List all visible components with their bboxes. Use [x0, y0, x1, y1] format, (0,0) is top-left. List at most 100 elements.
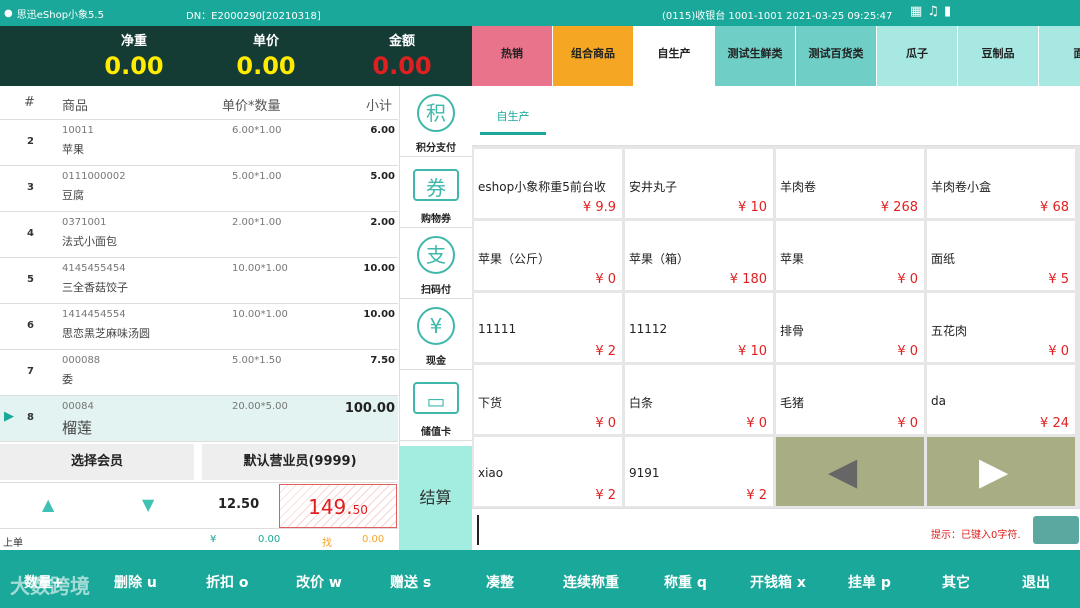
category-tab[interactable]: 面	[1039, 26, 1080, 86]
zhi-icon: 支	[417, 236, 455, 274]
card-icon: ▭	[413, 382, 459, 414]
toolbar-button[interactable]: 称重 q	[664, 572, 707, 592]
product-grid: eshop小象称重5前台收 ¥ 9.9 安井丸子 ¥ 10 羊肉卷 ¥ 268 羊肉卷小盒 ¥…	[472, 146, 1080, 508]
bell-icon[interactable]: ♫	[927, 4, 939, 19]
arrow-up-icon[interactable]: ▲	[42, 495, 54, 514]
pay-ji-button[interactable]: 积积分支付	[400, 86, 472, 157]
table-header: # 商品 单价*数量 小计	[0, 86, 398, 120]
pay-label: 储值卡	[421, 427, 451, 438]
bottom-toolbar: 数量+ 删除 u 折扣 o 改价 w 赠送 s 凑整 连续称重 称重 q 开钱箱 x 挂单 p 其它…	[0, 550, 1080, 608]
table-row[interactable]: 7 000088 委 5.00*1.50 7.50	[0, 350, 398, 396]
product-tile[interactable]: 11112 ¥ 10	[625, 293, 773, 362]
row-sub: 10.00	[363, 263, 395, 274]
product-tile[interactable]: 安井丸子 ¥ 10	[625, 149, 773, 218]
row-code: 0111000002	[62, 171, 126, 182]
product-price: ¥ 0	[595, 272, 616, 287]
pay-quan-button[interactable]: 券购物券	[400, 157, 472, 228]
product-price: ¥ 5	[1048, 272, 1069, 287]
table-row[interactable]: 6 1414454554 思恋黑芝麻味汤圆 10.00*1.00 10.00	[0, 304, 398, 350]
product-price: ¥ 68	[1040, 200, 1069, 215]
product-tile[interactable]: 苹果（公斤） ¥ 0	[474, 221, 622, 290]
row-code: 1414454554	[62, 309, 126, 320]
toolbar-button[interactable]: 改价 w	[296, 572, 342, 592]
product-price: ¥ 0	[1048, 344, 1069, 359]
pay-zhi-button[interactable]: 支扫码付	[400, 228, 472, 299]
row-pq: 10.00*1.00	[232, 309, 288, 320]
row-pq: 2.00*1.00	[232, 217, 282, 228]
toolbar-button[interactable]: 挂单 p	[848, 572, 891, 592]
row-sub: 2.00	[370, 217, 395, 228]
product-price: ¥ 2	[595, 344, 616, 359]
product-tile[interactable]: eshop小象称重5前台收 ¥ 9.9	[474, 149, 622, 218]
product-tile[interactable]: 毛猪 ¥ 0	[776, 365, 924, 434]
product-name: 苹果（公斤）	[478, 252, 551, 266]
category-tabs: 热销 组合商品 自生产 测试生鲜类 测试百货类 瓜子 豆制品面	[472, 26, 1080, 86]
elephant-icon: ●	[4, 8, 13, 19]
product-tile[interactable]: 面纸 ¥ 5	[927, 221, 1075, 290]
row-name: 苹果	[62, 143, 84, 156]
product-panel: 热销 组合商品 自生产 测试生鲜类 测试百货类 瓜子 豆制品面 自生产 eshop小象称重5…	[472, 26, 1080, 550]
product-tile[interactable]: 羊肉卷 ¥ 268	[776, 149, 924, 218]
pay-card-button[interactable]: ▭ 储值卡	[400, 370, 472, 441]
summary-bar: 上单 ¥ 0.00 找 0.00	[0, 528, 398, 550]
row-sub: 6.00	[370, 125, 395, 136]
pay-yuan-button[interactable]: ¥ 现金	[400, 299, 472, 370]
category-tab[interactable]: 组合商品	[553, 26, 634, 86]
product-name: 白条	[629, 396, 654, 410]
category-tab[interactable]: 测试百货类	[796, 26, 877, 86]
product-tile[interactable]: 五花肉 ¥ 0	[927, 293, 1075, 362]
row-name: 思恋黑芝麻味汤圆	[62, 327, 150, 340]
category-tab[interactable]: 自生产	[634, 26, 715, 86]
table-row[interactable]: 2 10011 苹果 6.00*1.00 6.00	[0, 120, 398, 166]
product-name: 毛猪	[780, 396, 805, 410]
product-tile[interactable]: xiao ¥ 2	[474, 437, 622, 506]
toolbar-button[interactable]: 退出	[1022, 572, 1050, 592]
table-row[interactable]: 8 00084 榴莲 20.00*5.00 100.00 ▶	[0, 396, 398, 442]
product-name: eshop小象称重5前台收	[478, 180, 606, 194]
product-tile[interactable]: 11111 ¥ 2	[474, 293, 622, 362]
row-pq: 5.00*1.00	[232, 171, 282, 182]
product-name: 下货	[478, 396, 503, 410]
table-row[interactable]: 5 4145455454 三全香菇饺子 10.00*1.00 10.00	[0, 258, 398, 304]
product-tile[interactable]: 羊肉卷小盒 ¥ 68	[927, 149, 1075, 218]
toolbar-button[interactable]: 删除 u	[114, 572, 157, 592]
product-tile[interactable]: 9191 ¥ 2	[625, 437, 773, 506]
product-tile[interactable]: 下货 ¥ 0	[474, 365, 622, 434]
arrow-down-icon[interactable]: ▼	[142, 495, 154, 514]
calendar-icon[interactable]: ▦	[910, 4, 922, 19]
table-row[interactable]: 3 0111000002 豆腐 5.00*1.00 5.00	[0, 166, 398, 212]
row-pq: 20.00*5.00	[232, 401, 288, 412]
clerk-button[interactable]: 默认营业员(9999)	[202, 444, 398, 480]
category-tab[interactable]: 豆制品	[958, 26, 1039, 86]
device-number: DN：E2000290[20210318]	[186, 11, 321, 22]
product-name: xiao	[478, 466, 504, 480]
toolbar-button[interactable]: 凑整	[486, 572, 514, 592]
product-price: ¥ 0	[746, 416, 767, 431]
product-name: da	[931, 394, 946, 408]
next-page-button[interactable]: ▶	[927, 437, 1075, 506]
prev-page-button[interactable]: ◀	[776, 437, 924, 506]
yuan-icon: ¥	[417, 307, 455, 345]
product-tile[interactable]: da ¥ 24	[927, 365, 1075, 434]
product-tile[interactable]: 苹果（箱） ¥ 180	[625, 221, 773, 290]
toolbar-button[interactable]: 连续称重	[563, 572, 619, 592]
category-tab[interactable]: 热销	[472, 26, 553, 86]
product-tile[interactable]: 苹果 ¥ 0	[776, 221, 924, 290]
keyboard-icon[interactable]	[1033, 516, 1079, 544]
category-tab[interactable]: 瓜子	[877, 26, 958, 86]
toolbar-button[interactable]: 赠送 s	[390, 572, 431, 592]
product-tile[interactable]: 排骨 ¥ 0	[776, 293, 924, 362]
row-idx: 6	[27, 320, 34, 331]
toolbar-button[interactable]: 开钱箱 x	[750, 572, 806, 592]
toolbar-button[interactable]: 其它	[942, 572, 970, 592]
sub-tab-self-produced[interactable]: 自生产	[480, 108, 546, 135]
product-tile[interactable]: 白条 ¥ 0	[625, 365, 773, 434]
table-row[interactable]: 4 0371001 法式小面包 2.00*1.00 2.00	[0, 212, 398, 258]
payment-methods: 积积分支付券购物券支扫码付 ¥ 现金 ▭ 储值卡	[399, 86, 472, 470]
settle-button[interactable]: 结算	[399, 446, 472, 550]
row-code: 4145455454	[62, 263, 126, 274]
category-tab[interactable]: 测试生鲜类	[715, 26, 796, 86]
toolbar-button[interactable]: 折扣 o	[206, 572, 249, 592]
select-member-button[interactable]: 选择会员	[0, 444, 194, 480]
top-bar: ● 思迅eShop小象5.5 DN：E2000290[20210318] (011…	[0, 0, 1080, 26]
